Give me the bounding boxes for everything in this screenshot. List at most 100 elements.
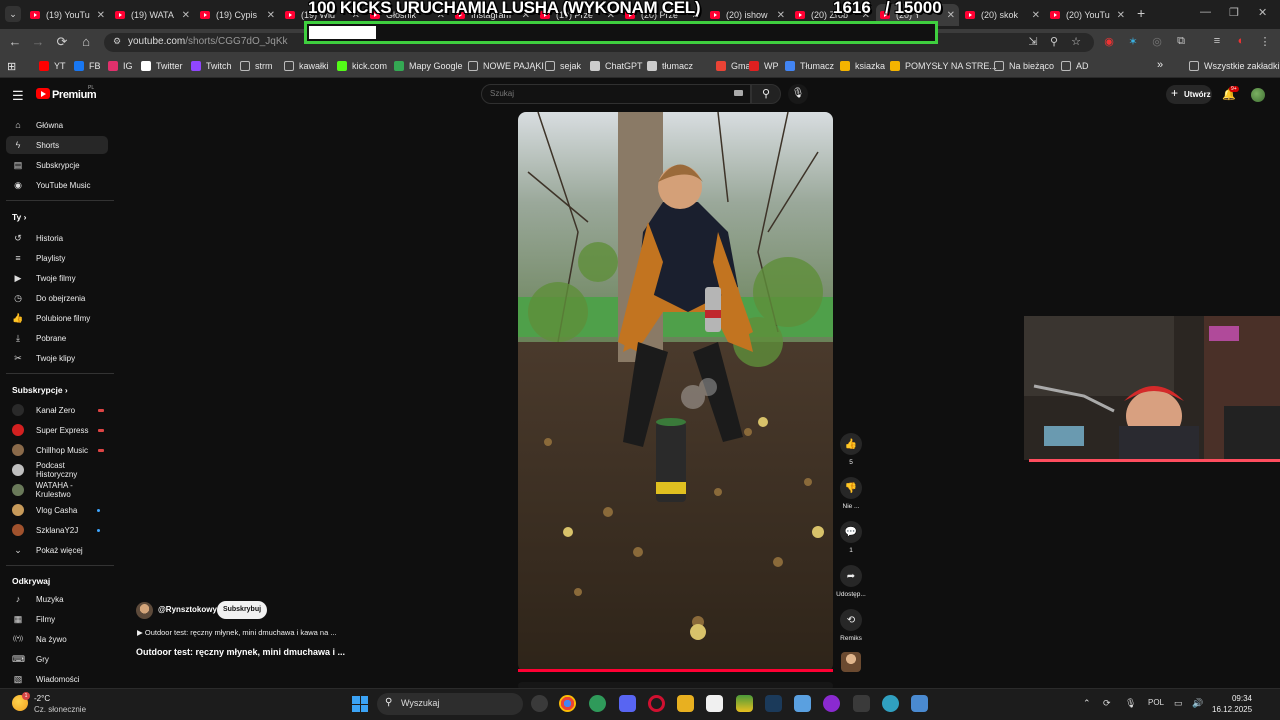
you-section-heading[interactable]: Ty › xyxy=(12,212,27,222)
taskbar-search[interactable] xyxy=(377,693,523,715)
guide-menu-icon[interactable]: ☰ xyxy=(12,88,24,104)
search-button[interactable]: ⚲ xyxy=(751,84,781,104)
tab-close-icon[interactable]: ✕ xyxy=(97,10,105,21)
comments-button[interactable]: 💬 xyxy=(840,521,862,543)
bookmark-18[interactable]: POMYSŁY NA STRE... xyxy=(890,61,997,71)
url-text[interactable]: youtube.com/shorts/CGG7dO_JqKk xyxy=(128,36,288,47)
video-description[interactable]: ▶ Outdoor test: ręczny młynek, mini dmuc… xyxy=(137,628,337,637)
app-icon-1[interactable] xyxy=(531,695,548,712)
steam-icon[interactable] xyxy=(765,695,782,712)
sidebar-item[interactable]: ⌨ Gry xyxy=(6,650,108,668)
opera-icon[interactable] xyxy=(648,695,665,712)
bookmark-16[interactable]: Tłumacz xyxy=(785,61,834,71)
like-button[interactable]: 👍 xyxy=(840,433,862,455)
profile-icon[interactable]: ◐ xyxy=(1234,35,1248,47)
search-input[interactable] xyxy=(481,84,751,104)
tab-close-icon[interactable]: ✕ xyxy=(182,10,190,21)
subscription-channel[interactable]: Kanał Zero xyxy=(6,401,108,419)
sidebar-item[interactable]: 👍 Polubione filmy xyxy=(6,309,108,327)
channel-name[interactable]: @Rynsztokowy xyxy=(158,605,217,614)
app-icon-13[interactable] xyxy=(882,695,899,712)
volume-icon[interactable]: 🔊 xyxy=(1192,698,1203,709)
home-button[interactable]: ⌂ xyxy=(77,34,95,49)
reload-button[interactable]: ⟳ xyxy=(53,34,71,50)
browser-tab[interactable]: (20) skok ✕ xyxy=(961,4,1044,26)
forward-button[interactable]: → xyxy=(29,34,47,49)
subscriptions-section-heading[interactable]: Subskrypcje › xyxy=(12,385,68,395)
bookmark-6[interactable]: strm xyxy=(240,61,273,71)
calculator-icon[interactable] xyxy=(911,695,928,712)
extension-icon[interactable]: ✶ xyxy=(1126,35,1140,48)
install-icon[interactable]: ⇲ xyxy=(1026,35,1040,48)
browser-tab[interactable]: (19) WATA ✕ xyxy=(111,4,194,26)
extension-2-icon[interactable]: ◎ xyxy=(1150,35,1164,48)
subscription-channel[interactable]: Podcast Historyczny xyxy=(6,461,108,479)
sidebar-item[interactable]: ▶ Twoje filmy xyxy=(6,269,108,287)
bookmark-8[interactable]: kick.com xyxy=(337,61,387,71)
show-more-button[interactable]: ⌄ Pokaż więcej xyxy=(6,541,108,559)
sidebar-item[interactable]: ▦ Filmy xyxy=(6,610,108,628)
browser-menu-icon[interactable]: ⋮ xyxy=(1258,35,1272,48)
bookmark-19[interactable]: Na bieżąco xyxy=(994,61,1054,71)
bookmark-17[interactable]: ksiazka xyxy=(840,61,885,71)
app-icon-12[interactable] xyxy=(853,695,870,712)
record-extension-icon[interactable]: ◉ xyxy=(1102,35,1116,48)
sidebar-item[interactable]: ((•)) Na żywo xyxy=(6,630,108,648)
weather-description[interactable]: Cz. słonecznie xyxy=(34,705,86,714)
bookmark-1[interactable]: YT xyxy=(39,61,66,71)
bookmark-2[interactable]: FB xyxy=(74,61,101,71)
microphone-icon[interactable]: 🎙 xyxy=(1125,698,1136,709)
minimize-icon[interactable]: — xyxy=(1200,6,1211,18)
sidebar-item[interactable]: ◷ Do obejrzenia xyxy=(6,289,108,307)
remix-button[interactable]: ⟲ xyxy=(840,609,862,631)
sidebar-item[interactable]: ≡ Playlisty xyxy=(6,249,108,267)
subscription-channel[interactable]: Chillhop Music xyxy=(6,441,108,459)
start-button[interactable] xyxy=(352,696,368,712)
more-bookmarks-icon[interactable]: » xyxy=(1157,59,1163,71)
sidebar-item[interactable]: ⌂ Główna xyxy=(6,116,108,134)
app-icon-11[interactable] xyxy=(823,695,840,712)
bookmark-9[interactable]: Mapy Google xyxy=(394,61,463,71)
tray-overflow-icon[interactable]: ⌃ xyxy=(1083,698,1091,709)
zoom-icon[interactable]: ⚲ xyxy=(1047,35,1061,48)
bookmark-12[interactable]: ChatGPT xyxy=(590,61,643,71)
sidebar-item[interactable]: ↺ Historia xyxy=(6,229,108,247)
browser-tab[interactable]: (19) YouTu ✕ xyxy=(26,4,109,26)
bookmark-15[interactable]: WP xyxy=(749,61,779,71)
browser-tab[interactable]: (19) Cypis ✕ xyxy=(196,4,279,26)
new-tab-button[interactable]: + xyxy=(1137,5,1145,21)
browser-tab[interactable]: (20) YouTu ✕ xyxy=(1046,4,1129,26)
subscribe-button[interactable]: Subskrybuj xyxy=(217,601,267,619)
bookmark-11[interactable]: sejak xyxy=(545,61,581,71)
all-bookmarks-button[interactable]: Wszystkie zakładki xyxy=(1189,61,1280,71)
sidebar-item[interactable]: ▤ Subskrypcje xyxy=(6,156,108,174)
file-explorer-icon[interactable] xyxy=(677,695,694,712)
clock-date[interactable]: 16.12.2025 xyxy=(1212,705,1252,714)
sidebar-item[interactable]: ϟ Shorts xyxy=(6,136,108,154)
channel-avatar[interactable] xyxy=(136,602,153,619)
clock-time[interactable]: 09:34 xyxy=(1231,694,1252,703)
weather-temperature[interactable]: -2°C xyxy=(34,694,50,703)
bookmark-13[interactable]: tłumacz xyxy=(647,61,693,71)
youtube-logo-icon[interactable] xyxy=(36,88,50,99)
subscription-channel[interactable]: Super Express xyxy=(6,421,108,439)
tab-close-icon[interactable]: ✕ xyxy=(1117,10,1125,21)
bookmark-4[interactable]: Twitter xyxy=(141,61,183,71)
dislike-button[interactable]: 👎 xyxy=(840,477,862,499)
sidebar-item[interactable]: ✂ Twoje klipy xyxy=(6,349,108,367)
sidebar-item[interactable]: ⤓ Pobrane xyxy=(6,329,108,347)
bookmark-20[interactable]: AD xyxy=(1061,61,1089,71)
site-info-icon[interactable]: ⚙ xyxy=(110,36,124,47)
app-icon-3[interactable] xyxy=(589,695,606,712)
sidebar-item[interactable]: ◉ YouTube Music xyxy=(6,176,108,194)
audio-source-thumbnail[interactable] xyxy=(841,652,861,672)
apps-grid-icon[interactable]: ⊞ xyxy=(7,60,16,73)
share-button[interactable]: ➦ xyxy=(840,565,862,587)
bookmark-10[interactable]: NOWE PAJĄKI xyxy=(468,61,544,71)
bookmark-5[interactable]: Twitch xyxy=(191,61,232,71)
app-icon-7[interactable] xyxy=(706,695,723,712)
subscription-channel[interactable]: WATAHA - Krulestwo xyxy=(6,481,108,499)
reading-list-icon[interactable]: ≡ xyxy=(1210,35,1224,47)
app-icon-8[interactable] xyxy=(736,695,753,712)
close-window-icon[interactable]: ✕ xyxy=(1258,6,1267,19)
